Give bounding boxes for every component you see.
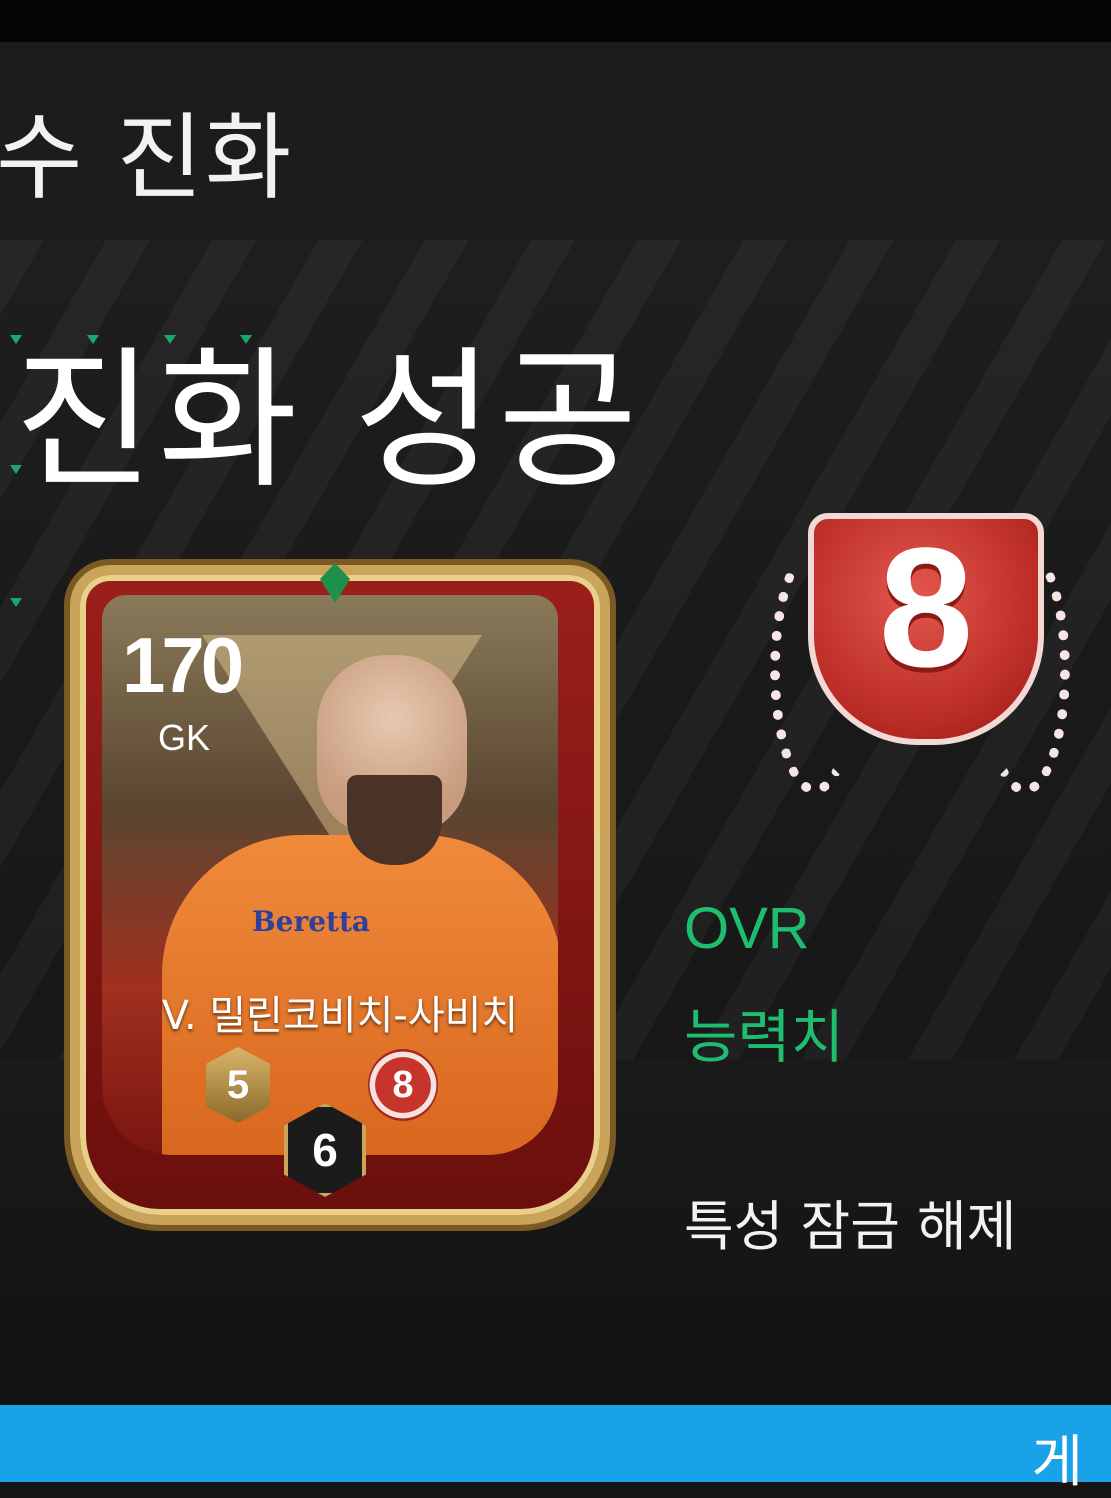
evolution-grade-badge: 8 — [770, 505, 1070, 795]
confirm-button[interactable]: 게 — [0, 1405, 1111, 1495]
status-strip — [0, 0, 1111, 42]
red-grade-badge: 8 — [368, 1049, 438, 1121]
ability-stat-label: 능력치 — [684, 1003, 845, 1071]
player-name: V. 밀린코비치-사비치 — [161, 993, 519, 1039]
card-ovr: 170 — [122, 621, 244, 709]
player-card[interactable]: Beretta 170 GK V. 밀린코비치-사비치 5 8 6 — [30, 555, 625, 1225]
grade-value: 8 — [878, 513, 974, 703]
page-title: 수 진화 — [0, 104, 294, 213]
evolution-success-title: 진화 성공 — [14, 332, 642, 509]
card-position: GK — [158, 717, 211, 758]
player-beard — [347, 775, 442, 865]
ovr-stat-label: OVR — [684, 896, 810, 961]
jersey-sponsor: Beretta — [252, 905, 371, 938]
confirm-button-label: 게 — [1031, 1430, 1083, 1495]
sparkle-icon — [10, 598, 22, 607]
trait-unlock-label: 특성 잠금 해제 — [684, 1195, 1017, 1258]
